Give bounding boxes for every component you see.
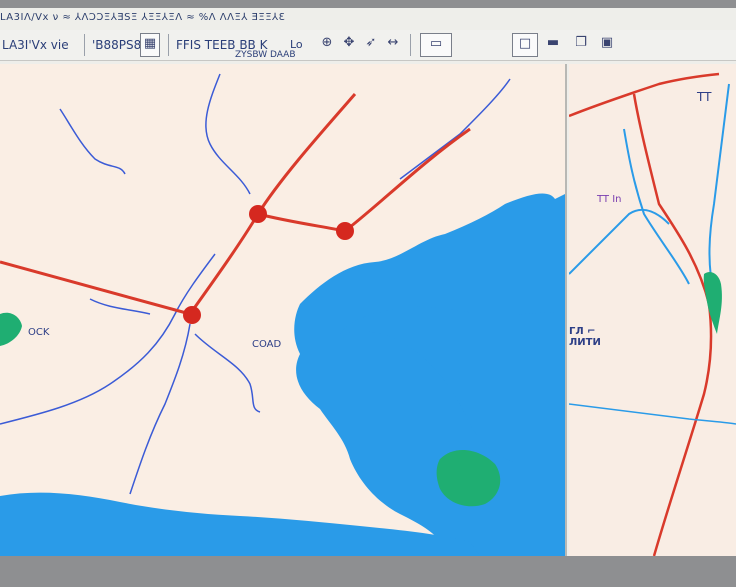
route-node — [183, 306, 201, 324]
river-4 — [0, 253, 216, 425]
close-icon[interactable]: ▣ — [598, 34, 616, 52]
side-map-canvas[interactable]: TT TT In ГЛ ⌐ ЛИТИ — [569, 64, 736, 556]
route-2 — [188, 213, 260, 315]
maximize-icon: □ — [518, 36, 532, 51]
toolbar-separator — [410, 34, 411, 56]
gis-app-window: LA3IΛ/Vx ν ≈ ⅄ΛϽϽΞ⅄ƎSΞ ⅄ΞΞ⅄ΞΛ ≈ %Λ ΛΛΞ⅄ … — [0, 8, 736, 556]
side-river-1 — [623, 128, 690, 285]
pan-icon[interactable]: ✥ — [340, 34, 358, 52]
place-label-center: COAD — [252, 339, 282, 350]
side-label-top: TT — [697, 90, 712, 104]
main-map-svg — [0, 73, 565, 556]
toolbar-label-5: ZYSBW DAAB — [235, 50, 296, 60]
side-map-svg — [569, 72, 736, 556]
side-river-3 — [569, 403, 736, 425]
zoom-in-icon[interactable]: ⊕ — [318, 34, 336, 52]
river-3 — [399, 78, 511, 180]
river-6 — [194, 333, 261, 413]
layers-button[interactable]: ▦ — [140, 33, 160, 57]
select-icon[interactable]: ➶ — [362, 34, 380, 52]
toolbar: LA3I'Vx vie 'B88PS8S FFIS TEEB BB K ▦ Lo… — [0, 30, 736, 61]
side-river-2 — [569, 208, 670, 275]
place-label-left: OCK — [28, 327, 50, 338]
minimize-icon[interactable]: ▬ — [544, 34, 562, 52]
print-icon: ▭ — [429, 36, 443, 51]
status-bar — [0, 556, 736, 587]
toolbar-separator — [168, 34, 169, 56]
route-3 — [256, 93, 357, 215]
restore-icon[interactable]: ❐ — [572, 34, 590, 52]
side-park — [703, 272, 722, 334]
main-map-canvas[interactable]: OCK COAD — [0, 64, 567, 556]
park-west — [0, 312, 22, 346]
river-2 — [205, 73, 251, 195]
side-label-lower: ГЛ ⌐ ЛИТИ — [569, 326, 601, 348]
route-node — [249, 205, 267, 223]
side-route-2 — [632, 93, 713, 556]
toolbar-separator — [84, 34, 85, 56]
print-button[interactable]: ▭ — [420, 33, 452, 57]
river-5 — [129, 323, 191, 495]
side-river-4 — [708, 83, 730, 295]
toolbar-label-1[interactable]: LA3I'Vx vie — [2, 38, 69, 52]
layers-icon: ▦ — [143, 36, 157, 51]
route-1 — [0, 260, 191, 316]
measure-icon[interactable]: ↔ — [384, 34, 402, 52]
route-4 — [257, 127, 471, 233]
route-node — [336, 222, 354, 240]
maximize-button[interactable]: □ — [512, 33, 538, 57]
menubar[interactable]: LA3IΛ/Vx ν ≈ ⅄ΛϽϽΞ⅄ƎSΞ ⅄ΞΞ⅄ΞΛ ≈ %Λ ΛΛΞ⅄ … — [0, 12, 420, 28]
side-label-mid: TT In — [597, 194, 622, 205]
river-1 — [59, 108, 126, 175]
